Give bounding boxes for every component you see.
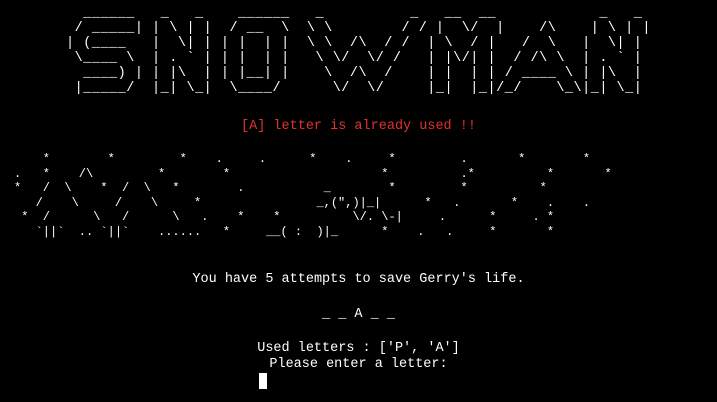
word-display: _ _ A _ _: [0, 306, 717, 323]
title-ascii-art: ______ _ _ ______ _ _ __ __ _ _ / _____|…: [66, 6, 651, 96]
attempts-remaining-text: You have 5 attempts to save Gerry's life…: [0, 271, 717, 288]
terminal-window: ______ _ _ ______ _ _ __ __ _ _ / _____|…: [0, 0, 717, 402]
input-cursor[interactable]: [259, 373, 267, 389]
snowman-title-banner: ______ _ _ ______ _ _ __ __ _ _ / _____|…: [0, 6, 717, 96]
used-letters-text: Used letters : ['P', 'A']: [0, 340, 717, 357]
enter-letter-prompt: Please enter a letter:: [0, 356, 717, 373]
snow-scene-ascii-art: * * * . . * . * . * * . * /\ * * * .* * …: [14, 152, 612, 240]
already-used-message: [A] letter is already used !!: [0, 118, 717, 135]
